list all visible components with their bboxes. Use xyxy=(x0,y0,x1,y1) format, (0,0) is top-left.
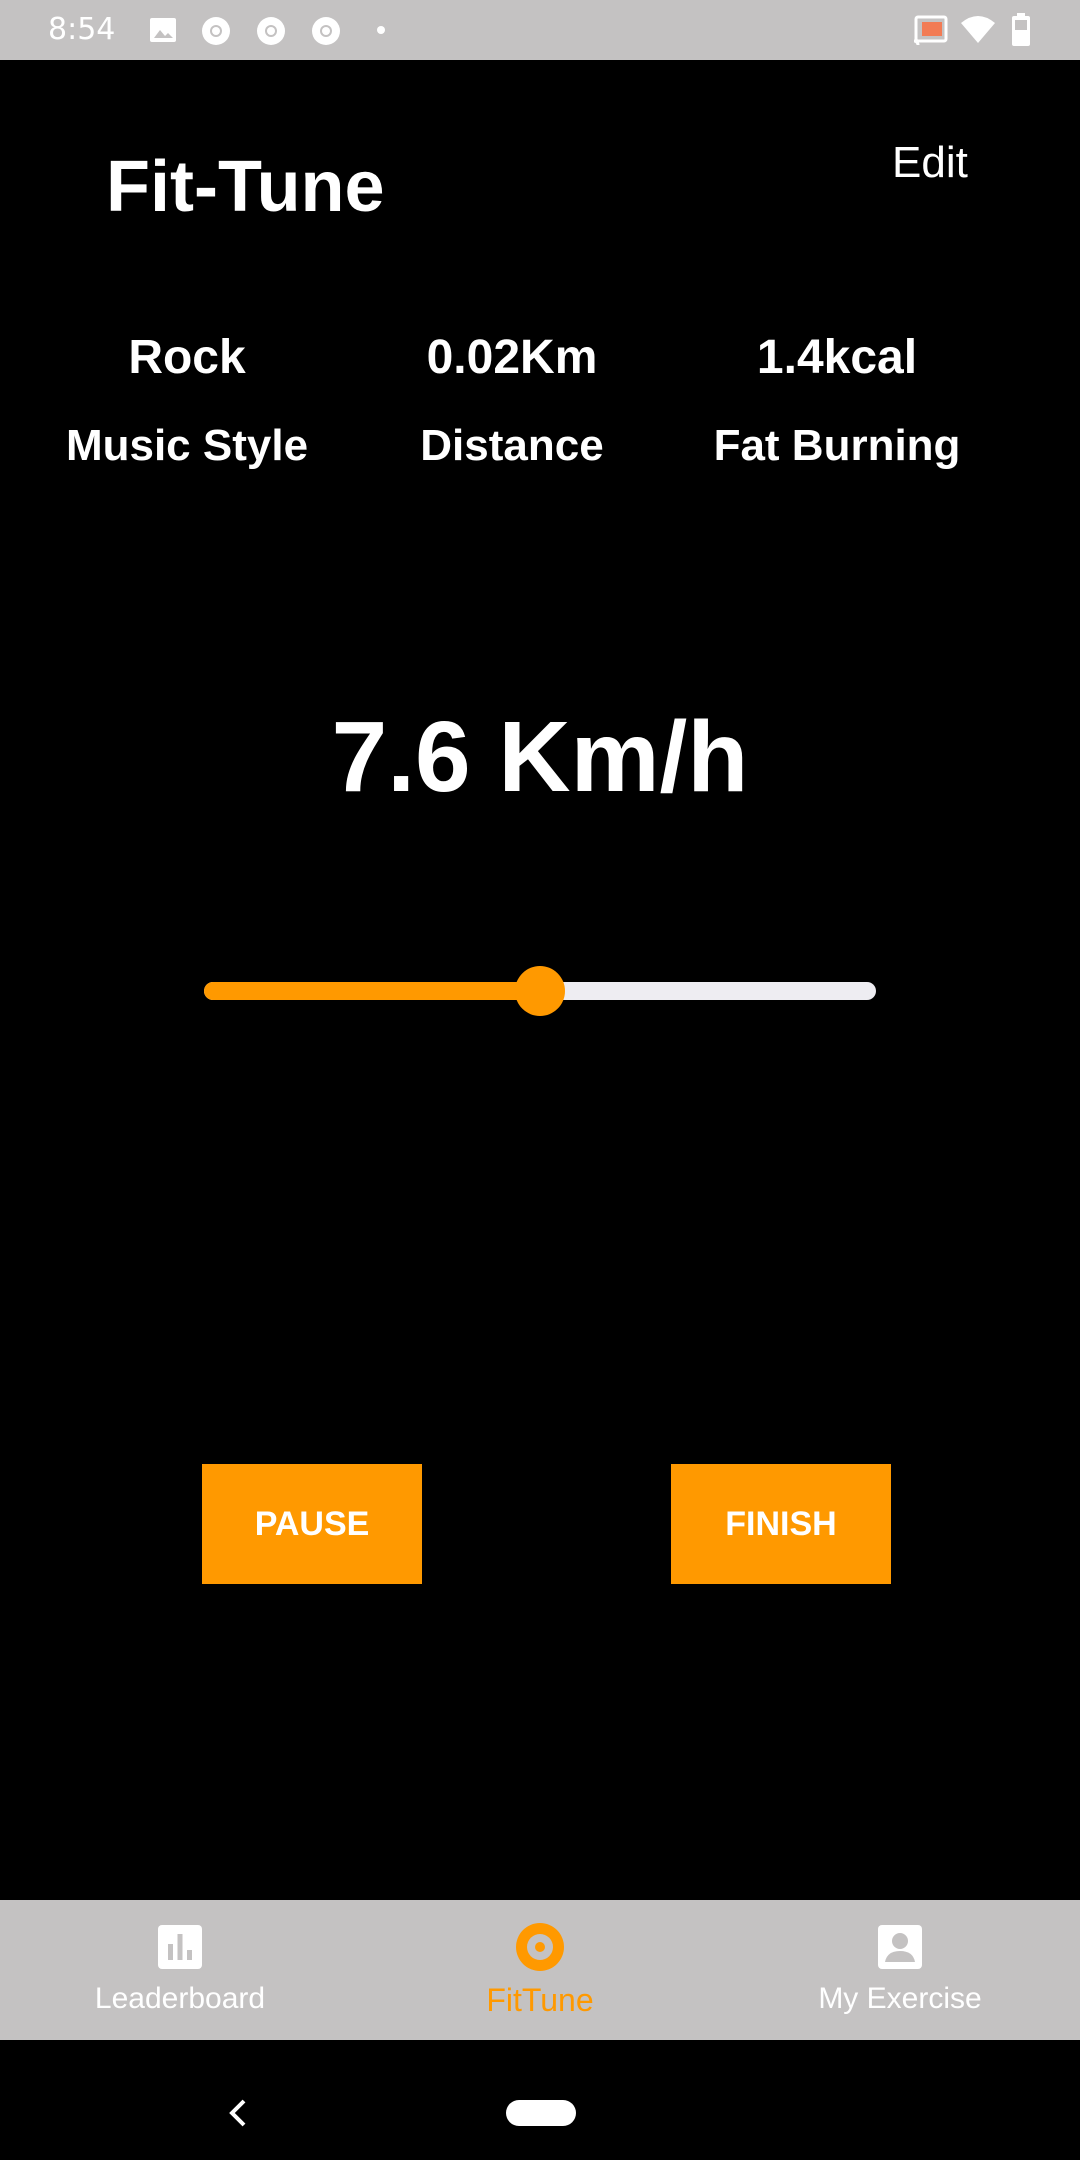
nav-label: Leaderboard xyxy=(94,1982,266,2015)
speed-readout: 7.6 Km/h xyxy=(331,701,749,813)
cast-icon xyxy=(913,15,948,45)
nav-item-my-exercise[interactable]: My Exercise xyxy=(720,1900,1080,2040)
nav-label: FitTune xyxy=(486,1982,594,2018)
back-icon[interactable] xyxy=(226,2098,250,2128)
nav-item-fittune[interactable]: FitTune xyxy=(360,1900,720,2040)
stat-fat-burning: 1.4kcal Fat Burning xyxy=(677,328,997,476)
slider-fill xyxy=(204,982,540,1000)
page-title: Fit-Tune xyxy=(106,147,385,227)
bar-chart-icon xyxy=(158,1925,202,1969)
stat-label: Music Style xyxy=(65,421,309,470)
stat-music-style: Rock Music Style xyxy=(27,328,347,476)
slider-thumb[interactable] xyxy=(515,966,565,1016)
chrome-notification-icon xyxy=(202,17,230,45)
system-navigation-bar xyxy=(0,2040,1080,2160)
more-notifications-dot-icon xyxy=(377,26,385,34)
nav-label: My Exercise xyxy=(818,1982,982,2015)
stat-label: Distance xyxy=(420,421,604,470)
home-handle[interactable] xyxy=(506,2100,576,2126)
edit-button[interactable]: Edit xyxy=(892,138,968,188)
account-box-icon xyxy=(878,1925,922,1969)
speed-slider[interactable] xyxy=(204,966,876,1016)
nav-item-leaderboard[interactable]: Leaderboard xyxy=(0,1900,360,2040)
chrome-notification-icon xyxy=(257,17,285,45)
disc-icon xyxy=(516,1923,564,1971)
status-time: 8:54 xyxy=(48,12,116,47)
wifi-icon xyxy=(961,16,995,43)
status-bar: 8:54 xyxy=(0,0,1080,60)
stat-value: 1.4kcal xyxy=(756,331,918,384)
stat-value: 0.02Km xyxy=(426,331,598,384)
finish-button[interactable]: FINISH xyxy=(671,1464,891,1584)
image-notification-icon xyxy=(150,18,176,42)
battery-icon xyxy=(1012,13,1030,46)
stat-distance: 0.02Km Distance xyxy=(352,328,672,476)
bottom-navigation: Leaderboard FitTune My Exercise xyxy=(0,1900,1080,2040)
stat-value: Rock xyxy=(128,331,246,384)
chrome-notification-icon xyxy=(312,17,340,45)
pause-button[interactable]: PAUSE xyxy=(202,1464,422,1584)
stat-label: Fat Burning xyxy=(713,421,961,470)
